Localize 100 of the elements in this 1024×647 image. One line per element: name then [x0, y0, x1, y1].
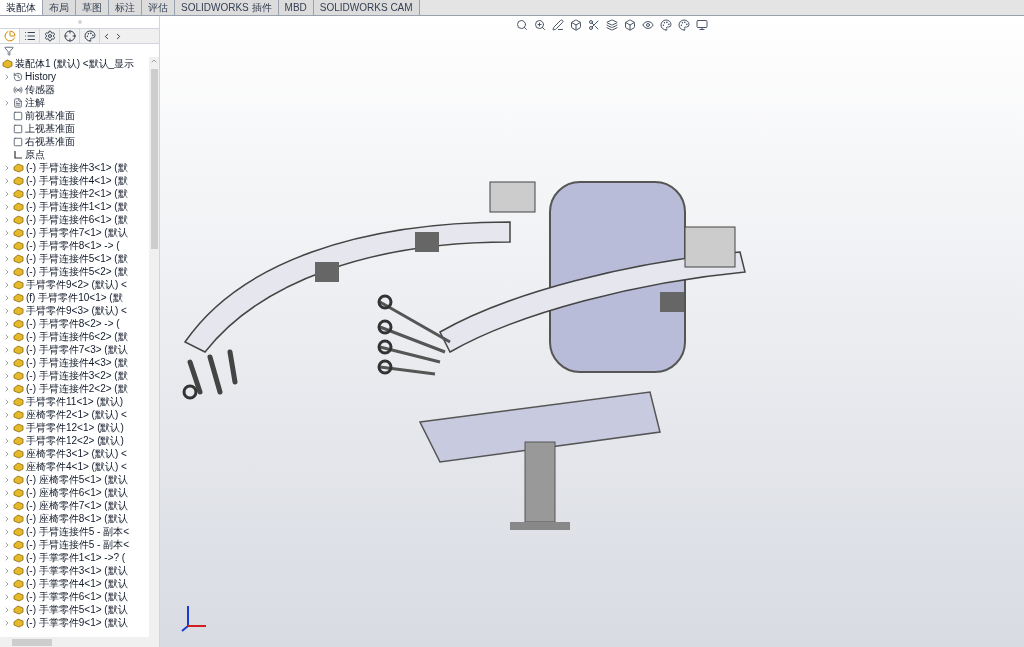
part-icon	[13, 539, 24, 550]
part-icon	[13, 370, 24, 381]
tree-item[interactable]: 手臂零件9<3> (默认) <	[0, 304, 149, 317]
part-icon	[13, 201, 24, 212]
tree-item[interactable]: (-) 手掌零件3<1> (默认	[0, 564, 149, 577]
part-icon	[13, 448, 24, 459]
tree-item[interactable]: (-) 手臂零件7<3> (默认	[0, 343, 149, 356]
part-icon	[13, 357, 24, 368]
vertical-scrollbar[interactable]	[149, 57, 159, 637]
tree-item[interactable]: (-) 手臂连接件2<2> (默	[0, 382, 149, 395]
tree-item[interactable]: (-) 手掌零件4<1> (默认	[0, 577, 149, 590]
scroll-up-icon	[150, 57, 158, 65]
scrollbar-thumb[interactable]	[150, 69, 158, 249]
monitor-icon[interactable]	[696, 19, 708, 31]
eye-icon[interactable]	[642, 19, 654, 31]
tree-item[interactable]: (-) 手掌零件1<1> ->? (	[0, 551, 149, 564]
tree-item[interactable]: (-) 座椅零件8<1> (默认	[0, 512, 149, 525]
cube-icon[interactable]	[570, 19, 582, 31]
command-tab[interactable]: 评估	[142, 0, 175, 15]
tree-item[interactable]: 手臂零件12<1> (默认)	[0, 421, 149, 434]
scrollbar-thumb[interactable]	[12, 638, 52, 646]
tree-item[interactable]: (-) 手臂零件8<2> -> (	[0, 317, 149, 330]
tree-item[interactable]: 座椅零件2<1> (默认) <	[0, 408, 149, 421]
command-tab[interactable]: 标注	[109, 0, 142, 15]
pen-icon[interactable]	[552, 19, 564, 31]
tree-item[interactable]: (-) 手臂连接件6<1> (默	[0, 213, 149, 226]
tree-item[interactable]: History	[0, 70, 149, 83]
part-icon	[13, 409, 24, 420]
box-icon[interactable]	[624, 19, 636, 31]
command-tab[interactable]: SOLIDWORKS 插件	[175, 0, 279, 15]
zoom-icon[interactable]	[534, 19, 546, 31]
part-icon	[13, 279, 24, 290]
tree-item[interactable]: (-) 手臂连接件5<2> (默	[0, 265, 149, 278]
tree-item[interactable]: (-) 手臂连接件4<3> (默	[0, 356, 149, 369]
part-icon	[13, 240, 24, 251]
part-icon	[13, 461, 24, 472]
tree-item[interactable]: 手臂零件9<2> (默认) <	[0, 278, 149, 291]
part-icon	[13, 162, 24, 173]
part-icon	[13, 292, 24, 303]
horizontal-scrollbar[interactable]	[0, 637, 159, 647]
part-icon	[2, 58, 13, 69]
tree-item[interactable]: (-) 座椅零件5<1> (默认	[0, 473, 149, 486]
tree-item[interactable]: (-) 手臂连接件3<2> (默	[0, 369, 149, 382]
tree-item[interactable]: 装配体1 (默认) <默认_显示	[0, 57, 149, 70]
part-icon	[13, 344, 24, 355]
origin-icon	[13, 149, 23, 160]
scissors-icon[interactable]	[588, 19, 600, 31]
tree-item[interactable]: (-) 座椅零件6<1> (默认	[0, 486, 149, 499]
part-icon	[13, 396, 24, 407]
filter-icon[interactable]	[4, 45, 14, 56]
part-icon	[13, 253, 24, 264]
tree-item[interactable]: (-) 手臂连接件4<1> (默	[0, 174, 149, 187]
command-tab[interactable]: 装配体	[0, 0, 43, 15]
part-icon	[13, 214, 24, 225]
tree-item[interactable]: (f) 手臂零件10<1> (默	[0, 291, 149, 304]
part-icon	[13, 227, 24, 238]
tree-item[interactable]: (-) 手臂连接件3<1> (默	[0, 161, 149, 174]
plane-icon	[13, 110, 23, 121]
part-icon	[13, 188, 24, 199]
part-icon	[13, 435, 24, 446]
history-icon	[13, 71, 23, 82]
tree-item[interactable]: (-) 手掌零件5<1> (默认	[0, 603, 149, 616]
command-tab[interactable]: SOLIDWORKS CAM	[313, 0, 420, 15]
tree-item[interactable]: 手臂零件12<2> (默认)	[0, 434, 149, 447]
tree-item[interactable]: (-) 手臂连接件5 - 副本<	[0, 525, 149, 538]
part-icon	[13, 578, 24, 589]
tree-item[interactable]: 注解	[0, 96, 149, 109]
part-icon	[13, 617, 24, 628]
tree-item[interactable]: (-) 手臂连接件5 - 副本<	[0, 538, 149, 551]
command-tab[interactable]: 草图	[76, 0, 109, 15]
tree-item[interactable]: (-) 手臂连接件2<1> (默	[0, 187, 149, 200]
tree-item[interactable]: (-) 手掌零件6<1> (默认	[0, 590, 149, 603]
part-icon	[13, 513, 24, 524]
tree-item[interactable]: 前视基准面	[0, 109, 149, 122]
part-icon	[13, 422, 24, 433]
plane-icon	[13, 136, 23, 147]
command-tab[interactable]: MBD	[278, 0, 314, 15]
tree-item[interactable]: 传感器	[0, 83, 149, 96]
sensor-icon	[13, 84, 23, 95]
tree-item[interactable]: 手臂零件11<1> (默认)	[0, 395, 149, 408]
tree-item[interactable]: 座椅零件4<1> (默认) <	[0, 460, 149, 473]
command-tab[interactable]: 布局	[43, 0, 76, 15]
tree-item[interactable]: 原点	[0, 148, 149, 161]
tree-item[interactable]: 右视基准面	[0, 135, 149, 148]
tree-item[interactable]: (-) 手掌零件9<1> (默认	[0, 616, 149, 629]
tree-item[interactable]: (-) 手臂连接件1<1> (默	[0, 200, 149, 213]
tree-item[interactable]: 上视基准面	[0, 122, 149, 135]
tree-item[interactable]: (-) 座椅零件7<1> (默认	[0, 499, 149, 512]
palette-icon[interactable]	[660, 19, 672, 31]
tree-item[interactable]: (-) 手臂连接件6<2> (默	[0, 330, 149, 343]
tree-item[interactable]: (-) 手臂连接件5<1> (默	[0, 252, 149, 265]
part-icon	[13, 604, 24, 615]
palette-icon[interactable]	[678, 19, 690, 31]
tree-item[interactable]: 座椅零件3<1> (默认) <	[0, 447, 149, 460]
part-icon	[13, 591, 24, 602]
grip-icon[interactable]	[77, 20, 82, 24]
layers-icon[interactable]	[606, 19, 618, 31]
search-icon[interactable]	[516, 19, 528, 31]
tree-item[interactable]: (-) 手臂零件8<1> -> (	[0, 239, 149, 252]
tree-item[interactable]: (-) 手臂零件7<1> (默认	[0, 226, 149, 239]
